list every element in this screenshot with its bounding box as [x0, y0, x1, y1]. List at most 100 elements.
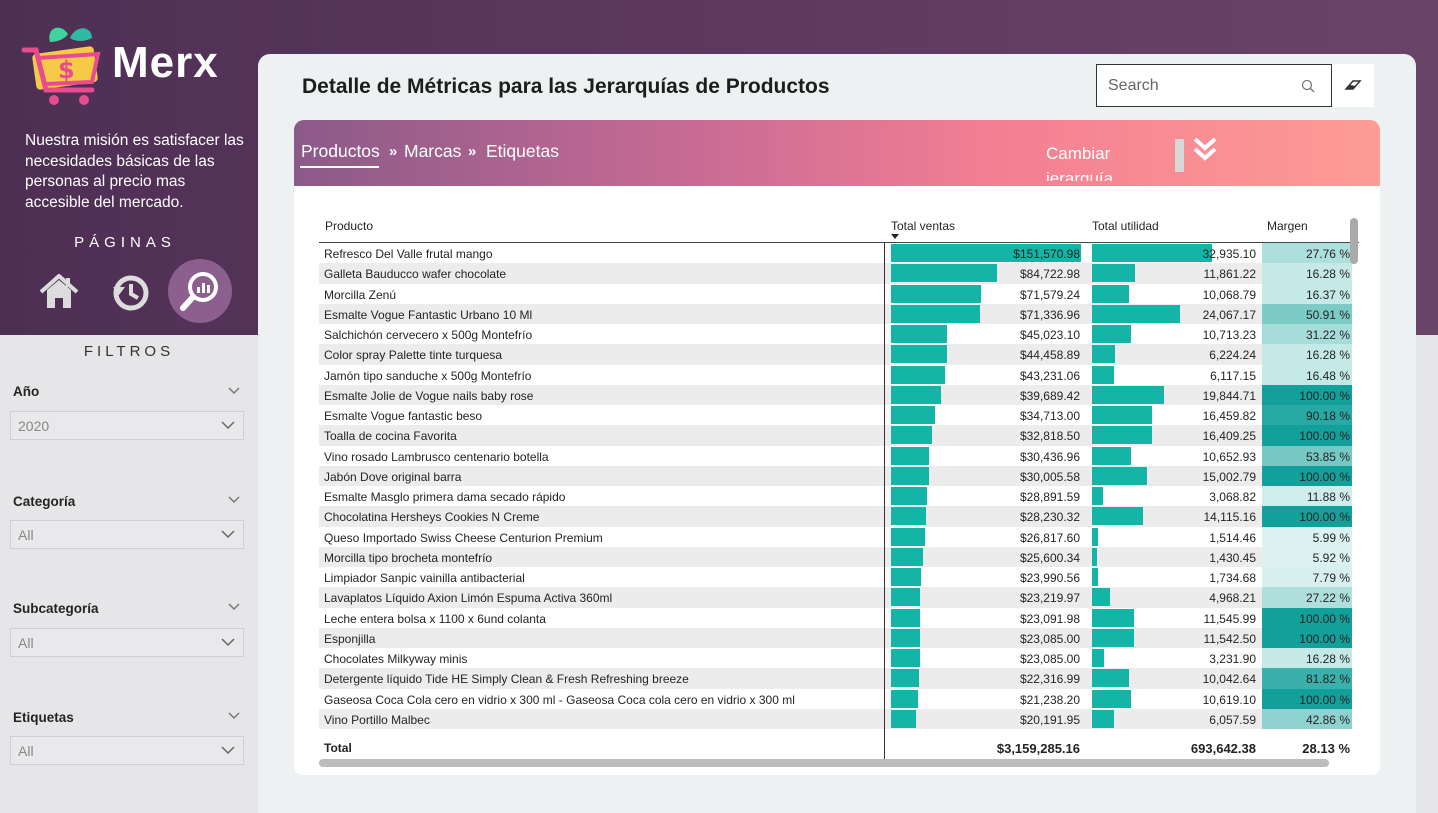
profit-value: 1,430.45: [1209, 550, 1256, 565]
product-name: Toalla de cocina Favorita: [324, 429, 457, 444]
table-row[interactable]: Galleta Bauducco wafer chocolate $84,722.…: [319, 263, 1352, 284]
margin-cell: 27.76 %: [1262, 243, 1352, 264]
chevron-down-icon[interactable]: [228, 387, 240, 395]
table-row[interactable]: Lavaplatos Líquido Axion Limón Espuma Ac…: [319, 587, 1352, 608]
profit-value: 3,231.90: [1209, 652, 1256, 666]
search-input[interactable]: Search: [1096, 64, 1332, 107]
product-name: Salchichón cervecero x 500g Montefrío: [324, 328, 533, 342]
chevron-down-icon[interactable]: [228, 496, 240, 504]
home-page-button[interactable]: [28, 261, 90, 323]
product-name: Esmalte Vogue fantastic beso: [324, 409, 483, 423]
profit-bar: [1092, 426, 1152, 445]
product-name: Lavaplatos Líquido Axion Limón Espuma Ac…: [324, 591, 613, 606]
margin-cell: 16.37 %: [1262, 283, 1352, 304]
sales-bar: [891, 568, 922, 586]
column-header-profit[interactable]: Total utilidad: [1092, 219, 1159, 233]
filters-heading: FILTROS: [83, 343, 175, 360]
sales-value: $151,570.98: [1013, 247, 1080, 261]
profit-bar: [1092, 466, 1147, 485]
profit-value: 10,619.10: [1202, 692, 1256, 707]
margin-cell: 100.00 %: [1262, 607, 1352, 628]
chevron-down-icon[interactable]: [228, 603, 240, 611]
brand-name: Merx: [112, 38, 219, 87]
sales-bar: [891, 426, 933, 445]
sales-value: $34,713.00: [1019, 409, 1080, 423]
sales-bar: [891, 466, 929, 485]
table-row[interactable]: Chocolates Milkyway minis $23,085.00 3,231…: [319, 648, 1352, 669]
tags-dropdown-value: All: [18, 743, 34, 759]
table-row[interactable]: Salchichón cervecero x 500g Montefrío $45…: [319, 324, 1352, 345]
sales-value: $84,722.98: [1019, 267, 1080, 282]
table-row[interactable]: Jabón Dove original barra $30,005.58 15,00…: [319, 465, 1352, 486]
change-hierarchy-label[interactable]: Cambiar jerarquía: [1046, 141, 1156, 181]
vertical-scrollbar[interactable]: [1350, 218, 1358, 264]
table-row[interactable]: Leche entera bolsa x 1100 x 6und colanta…: [319, 607, 1352, 628]
table-row[interactable]: Jamón tipo sanduche x 500g Montefrío $43,…: [319, 364, 1352, 385]
profit-bar: [1092, 709, 1115, 728]
margin-value: 31.22 %: [1305, 328, 1350, 342]
column-header-sales[interactable]: Total ventas: [891, 219, 955, 233]
subcategory-dropdown[interactable]: All: [10, 628, 244, 657]
sales-bar: [891, 628, 920, 647]
sales-bar: [891, 264, 998, 283]
sales-value: $23,085.00: [1019, 631, 1080, 646]
table-row[interactable]: Esponjilla $23,085.00 11,542.50 100.00 %: [319, 627, 1352, 648]
category-dropdown[interactable]: All: [10, 520, 244, 549]
profit-bar: [1092, 345, 1115, 364]
table-row[interactable]: Detergente líquido Tide HE Simply Clean …: [319, 668, 1352, 689]
table-row[interactable]: Gaseosa Coca Cola cero en vidrio x 300 m…: [319, 688, 1352, 709]
table-row[interactable]: Color spray Palette tinte turquesa $44,45…: [319, 344, 1352, 365]
table-row[interactable]: Queso Importado Swiss Cheese Centurion P…: [319, 526, 1352, 547]
horizontal-scrollbar[interactable]: [319, 759, 1329, 767]
chevron-down-icon[interactable]: [228, 712, 240, 720]
profit-bar: [1092, 527, 1098, 546]
sales-value: $28,230.32: [1019, 510, 1080, 525]
eraser-icon: [1344, 79, 1362, 90]
profit-value: 24,067.17: [1202, 307, 1256, 322]
svg-text:$: $: [58, 56, 75, 84]
history-page-button[interactable]: [99, 261, 161, 323]
profit-value: 4,968.21: [1209, 591, 1256, 606]
table-row[interactable]: Morcilla tipo brocheta montefrío $25,600.…: [319, 546, 1352, 567]
margin-value: 50.91 %: [1305, 307, 1350, 322]
clear-filters-button[interactable]: [1332, 64, 1374, 107]
double-chevron-down-icon[interactable]: [1193, 136, 1217, 162]
sales-value: $39,689.42: [1019, 388, 1080, 403]
sort-descending-icon: [891, 234, 899, 239]
active-breadcrumb-underline: [300, 166, 379, 168]
table-row[interactable]: Esmalte Jolie de Vogue nails baby rose $3…: [319, 384, 1352, 405]
table-row[interactable]: Esmalte Vogue fantastic beso $34,713.00 16…: [319, 405, 1352, 426]
table-row[interactable]: Esmalte Masglo primera dama secado rápid…: [319, 486, 1352, 507]
profit-value: 10,042.64: [1202, 672, 1256, 687]
margin-value: 53.85 %: [1305, 449, 1350, 464]
table-row[interactable]: Vino Portillo Malbec $20,191.95 6,057.59 42…: [319, 708, 1352, 729]
table-row[interactable]: Vino rosado Lambrusco centenario botella…: [319, 445, 1352, 466]
year-dropdown[interactable]: 2020: [10, 411, 244, 440]
table-row[interactable]: Limpiador Sanpic vainilla antibacterial $…: [319, 567, 1352, 588]
history-icon: [113, 275, 149, 311]
table-row[interactable]: Refresco Del Valle frutal mango $151,570.…: [319, 243, 1352, 264]
profit-bar: [1092, 649, 1104, 667]
table-row[interactable]: Chocolatina Hersheys Cookies N Creme $28,…: [319, 506, 1352, 527]
profit-value: 15,002.79: [1202, 469, 1256, 484]
column-header-margin[interactable]: Margen: [1267, 219, 1308, 233]
column-header-product[interactable]: Producto: [325, 219, 373, 233]
table-row[interactable]: Toalla de cocina Favorita $32,818.50 16,40…: [319, 425, 1352, 446]
profit-value: 10,652.93: [1202, 449, 1256, 464]
tags-dropdown[interactable]: All: [10, 736, 244, 765]
breadcrumb-products[interactable]: Productos: [301, 141, 380, 162]
sales-value: $20,191.95: [1019, 712, 1080, 727]
margin-cell: 5.99 %: [1262, 526, 1352, 547]
breadcrumb-tags[interactable]: Etiquetas: [486, 141, 559, 162]
total-row: Total $3,159,285.16 693,642.38 28.13 %: [319, 738, 1352, 758]
sales-bar: [891, 304, 981, 323]
product-name: Queso Importado Swiss Cheese Centurion P…: [324, 530, 603, 545]
table-row[interactable]: Esmalte Vogue Fantastic Urbano 10 Ml $71,…: [319, 303, 1352, 324]
table-row[interactable]: Morcilla Zenú $71,579.24 10,068.79 16.37 %: [319, 283, 1352, 304]
breadcrumb-brands[interactable]: Marcas: [404, 141, 461, 162]
change-hierarchy-scrollbar[interactable]: [1175, 139, 1184, 172]
dropdown-arrow-icon: [221, 638, 235, 647]
detail-page-button[interactable]: [168, 259, 232, 323]
category-dropdown-value: All: [18, 527, 34, 543]
column-divider: [884, 243, 885, 759]
